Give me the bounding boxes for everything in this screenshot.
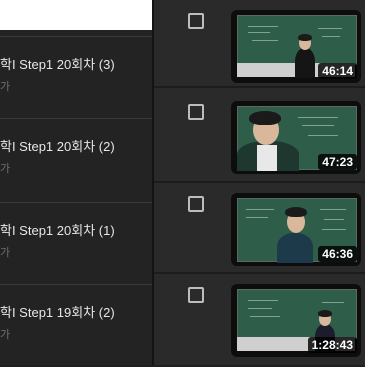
video-thumbnail[interactable]: 47:23 (231, 101, 361, 174)
video-duration: 46:36 (318, 246, 357, 262)
video-row[interactable]: 46:14 (154, 0, 365, 84)
video-duration: 46:14 (318, 63, 357, 79)
video-list-panel: 46:14 47:23 46:36 1:28:43 (154, 0, 365, 365)
video-row[interactable]: 1:28:43 (154, 274, 365, 358)
video-duration: 47:23 (318, 154, 357, 170)
list-item-title: 학I Step1 20회차 (1) (0, 223, 115, 238)
list-item-subtitle: 가 (0, 329, 11, 341)
video-row[interactable]: 46:36 (154, 183, 365, 267)
video-row[interactable]: 47:23 (154, 91, 365, 175)
chalkboard-image (237, 289, 357, 339)
video-thumbnail[interactable]: 46:36 (231, 193, 361, 266)
select-checkbox[interactable] (188, 13, 204, 29)
list-item-title: 학I Step1 20회차 (2) (0, 139, 115, 154)
list-item-title: 학I Step1 19회차 (2) (0, 305, 115, 320)
row-separator (154, 86, 365, 88)
list-item[interactable]: 학I Step1 20회차 (3) 가 (0, 36, 152, 119)
list-item-subtitle: 가 (0, 81, 11, 93)
left-list-panel: 학I Step1 20회차 (3) 가 학I Step1 20회차 (2) 가 … (0, 0, 152, 365)
video-thumbnail[interactable]: 1:28:43 (231, 284, 361, 357)
list-item[interactable]: 학I Step1 19회차 (2) 가 (0, 284, 152, 367)
list-item[interactable]: 학I Step1 20회차 (2) 가 (0, 118, 152, 201)
video-duration: 1:28:43 (307, 337, 357, 353)
video-thumbnail[interactable]: 46:14 (231, 10, 361, 83)
search-box[interactable] (0, 0, 152, 30)
select-checkbox[interactable] (188, 287, 204, 303)
list-item-title: 학I Step1 20회차 (3) (0, 57, 115, 72)
list-item-subtitle: 가 (0, 163, 11, 175)
select-checkbox[interactable] (188, 104, 204, 120)
select-checkbox[interactable] (188, 196, 204, 212)
list-item-subtitle: 가 (0, 247, 11, 259)
list-item[interactable]: 학I Step1 20회차 (1) 가 (0, 202, 152, 285)
